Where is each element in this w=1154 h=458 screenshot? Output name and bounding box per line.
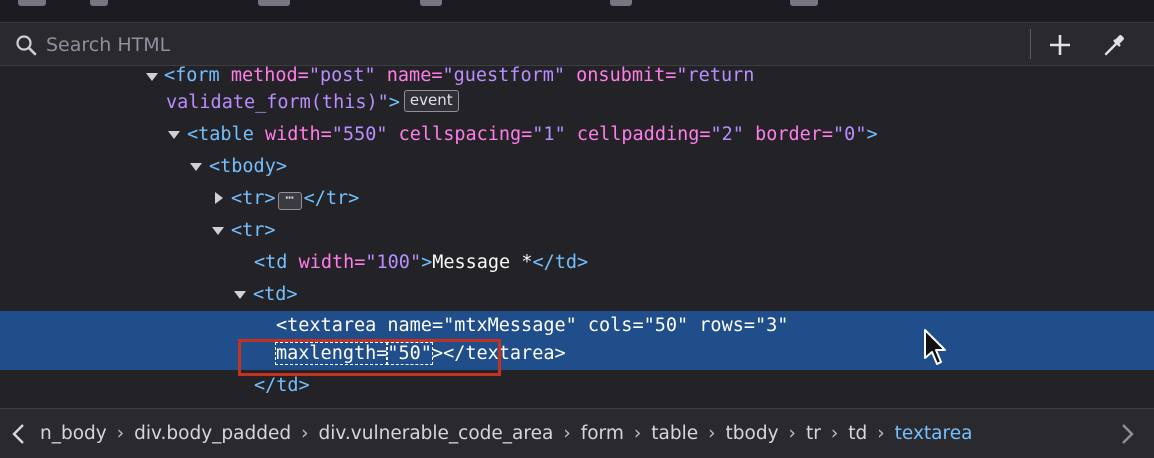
attr-value[interactable]: validate_form(this)"	[166, 92, 389, 113]
breadcrumb-item[interactable]: tbody	[726, 409, 779, 458]
tag-name: </td>	[254, 375, 310, 396]
attr-value[interactable]: "post"	[309, 66, 376, 86]
text-node[interactable]: Message *	[432, 252, 532, 273]
attr-name[interactable]: rows=	[699, 315, 755, 336]
node-form-continued[interactable]: validate_form(this)"> event	[166, 87, 459, 119]
collapse-toggle-icon[interactable]	[234, 291, 246, 299]
eyedropper-icon[interactable]	[1100, 30, 1130, 60]
attr-name[interactable]: cellpadding=	[577, 124, 711, 145]
node-tbody[interactable]: <tbody>	[209, 151, 287, 183]
plus-icon[interactable]	[1045, 30, 1075, 60]
collapse-toggle-icon[interactable]	[168, 131, 180, 139]
attr-value[interactable]: "mtxMessage"	[443, 315, 577, 336]
attr-value[interactable]: "guestform"	[442, 66, 565, 86]
toolbar-separator	[1030, 29, 1031, 59]
event-badge[interactable]: event	[403, 90, 459, 112]
attr-name[interactable]: name=	[387, 66, 443, 86]
attr-name[interactable]: width=	[299, 252, 366, 273]
attr-value[interactable]: "100"	[365, 252, 421, 273]
tag-close: </tr>	[303, 188, 360, 209]
tag-name: <td>	[253, 284, 298, 305]
node-tr-collapsed[interactable]: <tr> ⋯ </tr>	[231, 183, 359, 215]
attr-name[interactable]: cellspacing=	[399, 124, 533, 145]
collapse-toggle-icon[interactable]	[190, 163, 202, 171]
breadcrumb-separator: ›	[301, 423, 309, 444]
breadcrumb-separator: ›	[563, 423, 571, 444]
breadcrumb-separator: ›	[116, 423, 125, 444]
node-td-message[interactable]: <td width="100">Message *</td>	[254, 247, 588, 279]
breadcrumb-item[interactable]: form	[581, 409, 624, 458]
breadcrumb-item[interactable]: tr	[806, 409, 821, 458]
attr-value[interactable]: "2"	[711, 124, 744, 145]
attr-value[interactable]: "550"	[332, 124, 388, 145]
attr-value[interactable]: "50"	[644, 315, 689, 336]
attr-name[interactable]: name=	[387, 315, 443, 336]
chevron-right-icon[interactable]	[1116, 421, 1138, 447]
attr-name[interactable]: width=	[265, 124, 332, 145]
breadcrumb-item[interactable]: textarea	[895, 409, 973, 458]
breadcrumb-separator: ›	[830, 423, 839, 444]
tag-name: <table	[187, 124, 254, 145]
node-td[interactable]: <td>	[253, 279, 298, 311]
search-icon	[16, 35, 37, 56]
tag-close: </td>	[532, 252, 589, 273]
breadcrumb-separator: ›	[708, 423, 716, 444]
tag-close: >	[388, 92, 400, 113]
attr-value[interactable]: "3"	[755, 315, 788, 336]
breadcrumb-item[interactable]: td	[848, 409, 867, 458]
collapse-toggle-icon[interactable]	[212, 227, 224, 235]
breadcrumb-separator: ›	[877, 423, 885, 444]
node-td-close[interactable]: </td>	[254, 370, 310, 402]
attr-name[interactable]: cols=	[588, 315, 644, 336]
node-tr[interactable]: <tr>	[231, 215, 276, 247]
breadcrumb-item[interactable]: n_body	[40, 409, 107, 458]
tag-name: <textarea	[276, 315, 377, 336]
breadcrumb-list: n_body › div.body_padded › div.vulnerable_co…	[40, 409, 972, 458]
tag-name: <tr>	[231, 220, 276, 241]
cropped-top-toolbar	[0, 0, 1154, 23]
attr-value[interactable]: "0"	[833, 124, 866, 145]
attr-name[interactable]: onsubmit=	[576, 66, 676, 86]
markup-search-bar	[0, 23, 1154, 66]
chevron-left-icon[interactable]	[8, 421, 30, 447]
node-table[interactable]: <table width="550" cellspacing="1" cellp…	[187, 119, 878, 151]
tag-name: <form	[164, 66, 220, 86]
tag-close: >	[421, 252, 433, 273]
tag-name: <tr>	[231, 188, 276, 209]
attr-name[interactable]: method=	[231, 66, 309, 86]
tag-close: >	[866, 124, 878, 145]
attr-value[interactable]: "1"	[532, 124, 565, 145]
markup-tree: <form method="post" name="guestform" ons…	[0, 66, 1154, 407]
tag-name: <tbody>	[209, 156, 287, 177]
tag-name: <td	[254, 252, 288, 273]
attr-value[interactable]: "return	[676, 66, 754, 86]
breadcrumb-item[interactable]: div.body_padded	[134, 409, 291, 458]
breadcrumb-separator: ›	[633, 423, 642, 444]
expand-toggle-icon[interactable]	[215, 192, 223, 204]
search-html-input[interactable]	[44, 31, 948, 59]
attr-name[interactable]: border=	[755, 124, 833, 145]
expand-ellipsis-button[interactable]: ⋯	[277, 191, 302, 210]
breadcrumb: n_body › div.body_padded › div.vulnerable_co…	[0, 408, 1154, 458]
breadcrumb-item[interactable]: table	[651, 409, 698, 458]
mouse-cursor-icon	[924, 329, 946, 365]
breadcrumb-item[interactable]: div.vulnerable_code_area	[319, 409, 554, 458]
breadcrumb-separator: ›	[788, 423, 796, 444]
collapse-toggle-icon[interactable]	[146, 73, 158, 81]
